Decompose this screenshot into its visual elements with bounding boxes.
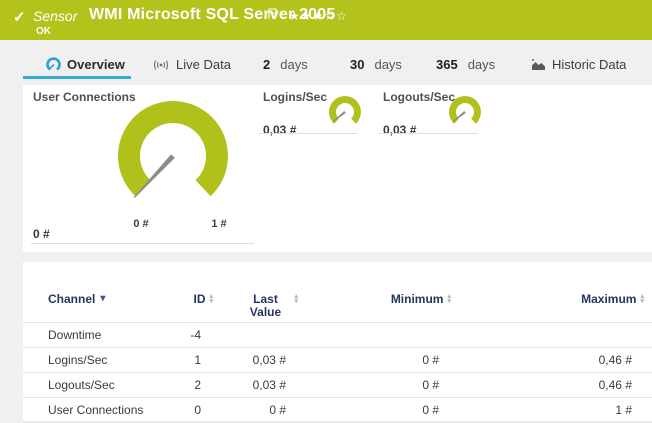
logouts-per-sec-gauge: [447, 94, 483, 130]
primary-gauge-value: 0 #: [33, 227, 50, 241]
tab-bar: Overview Live Data 2 days 30 days 365 da…: [0, 45, 652, 85]
stars-filled: ★★★: [289, 9, 324, 23]
cell-channel: User Connections: [48, 403, 173, 417]
primary-gauge-min-label: 0 #: [126, 218, 156, 230]
tab-live-data-label: Live Data: [176, 57, 231, 72]
table-row-user-connections[interactable]: User Connections 0 0 # 0 # 1 #: [23, 398, 652, 423]
sort-desc-icon: ▾: [100, 293, 105, 305]
tab-historic-data-label: Historic Data: [552, 57, 626, 72]
prtg-sensor-overview-page: { "header": { "check": "✓", "kind": "Sen…: [0, 0, 652, 421]
priority-stars[interactable]: ★★★☆☆: [289, 9, 348, 23]
logouts-gauge-value: 0,03 #: [383, 123, 416, 137]
table-row-logouts-sec[interactable]: Logouts/Sec 2 0,03 # 0 # 0,46 #: [23, 373, 652, 398]
tab-30-days-number: 30: [350, 57, 364, 72]
status-ok-check-icon: ✓: [13, 8, 26, 26]
column-header-minimum[interactable]: Minimum ▴▾: [298, 286, 451, 322]
tab-overview[interactable]: Overview: [46, 57, 125, 72]
column-header-channel-label: Channel: [48, 293, 95, 306]
primary-gauge-max-label: 1 #: [204, 218, 234, 230]
table-row-logins-sec[interactable]: Logins/Sec 1 0,03 # 0 # 0,46 #: [23, 348, 652, 373]
cell-channel: Downtime: [48, 328, 173, 342]
channel-table-panel: Channel ▾ ID ▴▾ Last Value ▴▾ Minimum ▴▾…: [23, 262, 652, 421]
column-header-id-label: ID: [193, 293, 205, 306]
sort-icon: ▴▾: [640, 294, 644, 304]
broadcast-icon: [152, 59, 170, 71]
column-header-minimum-label: Minimum: [391, 293, 444, 306]
tab-2-days[interactable]: 2 days: [263, 57, 308, 72]
cell-id: 0: [173, 403, 213, 417]
logins-per-sec-gauge: [327, 94, 363, 130]
column-header-maximum[interactable]: Maximum ▴▾: [451, 286, 644, 322]
tab-365-days-unit: days: [468, 57, 495, 72]
divider: [31, 243, 254, 244]
column-header-last-value-label: Last Value: [240, 293, 290, 319]
stars-empty: ☆☆: [324, 9, 348, 23]
column-header-id[interactable]: ID ▴▾: [173, 286, 213, 322]
cell-last-value: 0,03 #: [213, 353, 298, 367]
divider: [259, 133, 357, 134]
user-connections-gauge: [113, 96, 233, 216]
tab-2-days-number: 2: [263, 57, 270, 72]
cell-minimum: 0 #: [298, 378, 451, 392]
tab-2-days-unit: days: [280, 57, 307, 72]
channel-table-header: Channel ▾ ID ▴▾ Last Value ▴▾ Minimum ▴▾…: [23, 286, 652, 323]
cell-id: 2: [173, 378, 213, 392]
cell-id: 1: [173, 353, 213, 367]
column-header-last-value[interactable]: Last Value ▴▾: [213, 286, 298, 322]
column-header-channel[interactable]: Channel ▾: [48, 286, 173, 322]
cell-channel: Logouts/Sec: [48, 378, 173, 392]
cell-maximum: 0,46 #: [451, 378, 644, 392]
table-row-downtime[interactable]: Downtime -4: [23, 323, 652, 348]
logins-gauge-value: 0,03 #: [263, 123, 296, 137]
priority-flag-icon: [268, 6, 277, 24]
sensor-status-header: ✓ Sensor OK WMI Microsoft SQL Server 200…: [0, 0, 652, 40]
cell-minimum: 0 #: [298, 353, 451, 367]
cell-last-value: 0 #: [213, 403, 298, 417]
area-chart-icon: [531, 58, 546, 71]
cell-id: -4: [173, 328, 213, 342]
tab-365-days-number: 365: [436, 57, 458, 72]
sensor-kind-label: Sensor: [33, 8, 77, 24]
cell-maximum: 1 #: [451, 403, 644, 417]
tab-overview-label: Overview: [67, 57, 125, 72]
divider: [378, 133, 478, 134]
cell-minimum: 0 #: [298, 403, 451, 417]
logins-gauge-title: Logins/Sec: [263, 90, 327, 104]
tab-live-data[interactable]: Live Data: [152, 57, 231, 72]
gauges-panel: User Connections 0 # 1 # 0 # Logins/Sec …: [23, 85, 652, 252]
active-tab-underline: [23, 76, 131, 79]
tab-365-days[interactable]: 365 days: [436, 57, 495, 72]
cell-last-value: 0,03 #: [213, 378, 298, 392]
sensor-status-text: OK: [36, 26, 51, 37]
tab-30-days-unit: days: [374, 57, 401, 72]
logouts-gauge-title: Logouts/Sec: [383, 90, 455, 104]
column-header-maximum-label: Maximum: [581, 293, 636, 306]
gauge-icon: [46, 57, 61, 72]
tab-historic-data[interactable]: Historic Data: [531, 57, 626, 72]
tab-30-days[interactable]: 30 days: [350, 57, 402, 72]
cell-maximum: 0,46 #: [451, 353, 644, 367]
cell-channel: Logins/Sec: [48, 353, 173, 367]
